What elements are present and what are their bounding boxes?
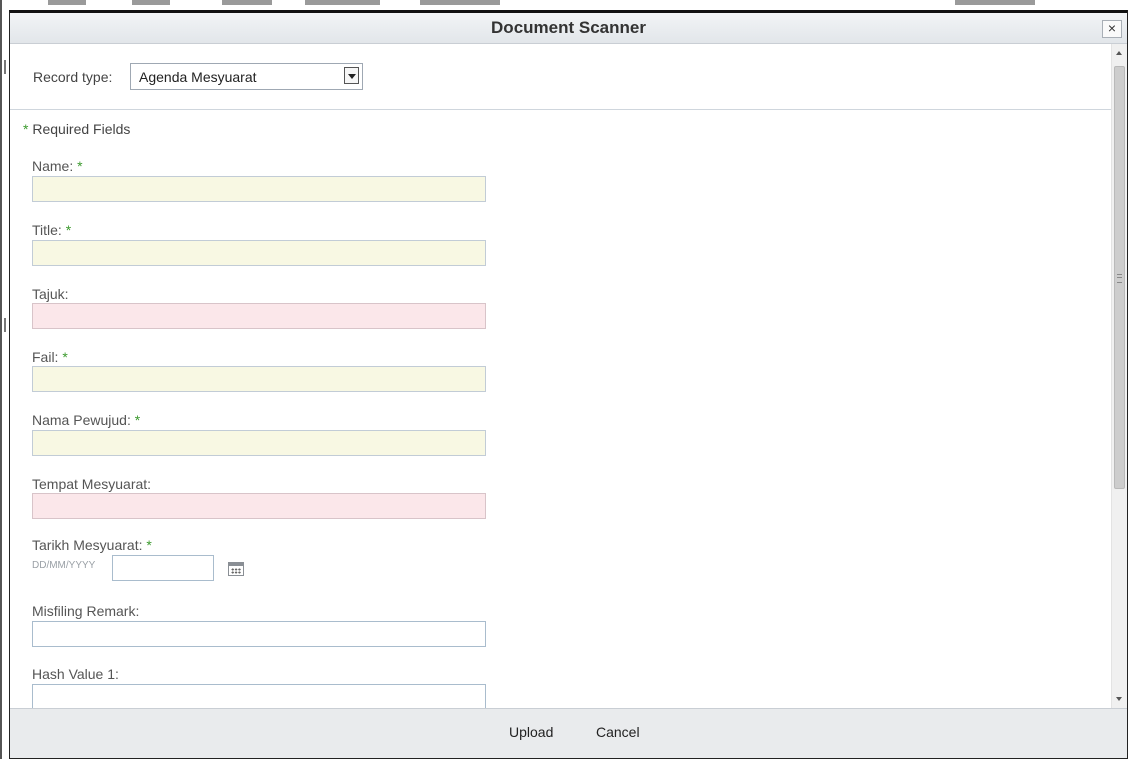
background-menu-ghost	[955, 0, 1035, 5]
scrollbar-thumb[interactable]	[1114, 66, 1125, 489]
record-type-value: Agenda Mesyuarat	[139, 69, 257, 85]
upload-button[interactable]: Upload	[509, 724, 553, 740]
tempat-mesyuarat-label-text: Tempat Mesyuarat:	[32, 476, 152, 492]
required-star: *	[62, 349, 68, 365]
required-star: *	[23, 121, 29, 137]
misfiling-remark-input[interactable]	[32, 621, 486, 647]
dialog-title: Document Scanner	[491, 18, 646, 37]
fail-input[interactable]	[32, 366, 486, 392]
hash-value-1-label-text: Hash Value 1:	[32, 666, 119, 682]
tajuk-label: Tajuk:	[32, 286, 69, 302]
tarikh-mesyuarat-input[interactable]	[112, 555, 214, 581]
background-menu-ghost	[305, 0, 380, 5]
background-menu-ghost	[222, 0, 272, 5]
tajuk-label-text: Tajuk:	[32, 286, 69, 302]
record-type-select[interactable]: Agenda Mesyuarat	[130, 63, 363, 90]
close-button[interactable]: ×	[1102, 20, 1122, 38]
tempat-mesyuarat-input[interactable]	[32, 493, 486, 519]
nama-pewujud-input[interactable]	[32, 430, 486, 456]
name-label-text: Name:	[32, 158, 74, 174]
hash-value-1-input[interactable]	[32, 684, 486, 708]
misfiling-remark-label: Misfiling Remark:	[32, 603, 139, 619]
calendar-icon[interactable]	[228, 562, 244, 576]
tajuk-input[interactable]	[32, 303, 486, 329]
chevron-down-icon[interactable]	[344, 67, 359, 84]
background-edge-mark	[4, 318, 6, 332]
dialog-titlebar: Document Scanner ×	[10, 13, 1127, 44]
name-label: Name: *	[32, 158, 83, 174]
required-star: *	[77, 158, 83, 174]
nama-pewujud-label: Nama Pewujud: *	[32, 412, 140, 428]
background-edge	[0, 0, 2, 759]
scroll-down-icon[interactable]	[1116, 697, 1122, 701]
required-fields-text: Required Fields	[32, 121, 131, 137]
misfiling-remark-label-text: Misfiling Remark:	[32, 603, 140, 619]
document-scanner-dialog: Document Scanner × Record type: Agenda M…	[9, 10, 1128, 759]
required-star: *	[134, 412, 141, 428]
title-label-text: Title:	[32, 222, 62, 238]
background-edge-mark	[4, 60, 6, 74]
background-menu-ghost	[420, 0, 500, 5]
dialog-body: Record type: Agenda Mesyuarat * Required…	[10, 44, 1112, 708]
close-icon: ×	[1107, 20, 1117, 36]
record-type-label: Record type:	[33, 69, 113, 85]
required-star: *	[65, 222, 72, 238]
dialog-footer: Upload Cancel	[10, 708, 1127, 758]
required-fields-note: * Required Fields	[23, 121, 130, 137]
scroll-up-icon[interactable]	[1116, 51, 1122, 55]
record-type-row: Record type: Agenda Mesyuarat	[10, 44, 1112, 110]
title-label: Title: *	[32, 222, 71, 238]
nama-pewujud-label-text: Nama Pewujud:	[32, 412, 131, 428]
background-menu-ghost	[132, 0, 170, 5]
name-input[interactable]	[32, 176, 486, 202]
fail-label: Fail: *	[32, 349, 68, 365]
title-input[interactable]	[32, 240, 486, 266]
tarikh-mesyuarat-label: Tarikh Mesyuarat: *	[32, 537, 152, 553]
grip-icon	[1117, 274, 1122, 283]
cancel-button[interactable]: Cancel	[596, 724, 640, 740]
vertical-scrollbar[interactable]	[1111, 44, 1127, 708]
required-star: *	[146, 537, 152, 553]
tempat-mesyuarat-label: Tempat Mesyuarat:	[32, 476, 151, 492]
fail-label-text: Fail:	[32, 349, 59, 365]
tarikh-mesyuarat-label-text: Tarikh Mesyuarat:	[32, 537, 143, 553]
background-menu-ghost	[48, 0, 86, 5]
hash-value-1-label: Hash Value 1:	[32, 666, 119, 682]
date-format-hint: DD/MM/YYYY	[32, 560, 96, 571]
